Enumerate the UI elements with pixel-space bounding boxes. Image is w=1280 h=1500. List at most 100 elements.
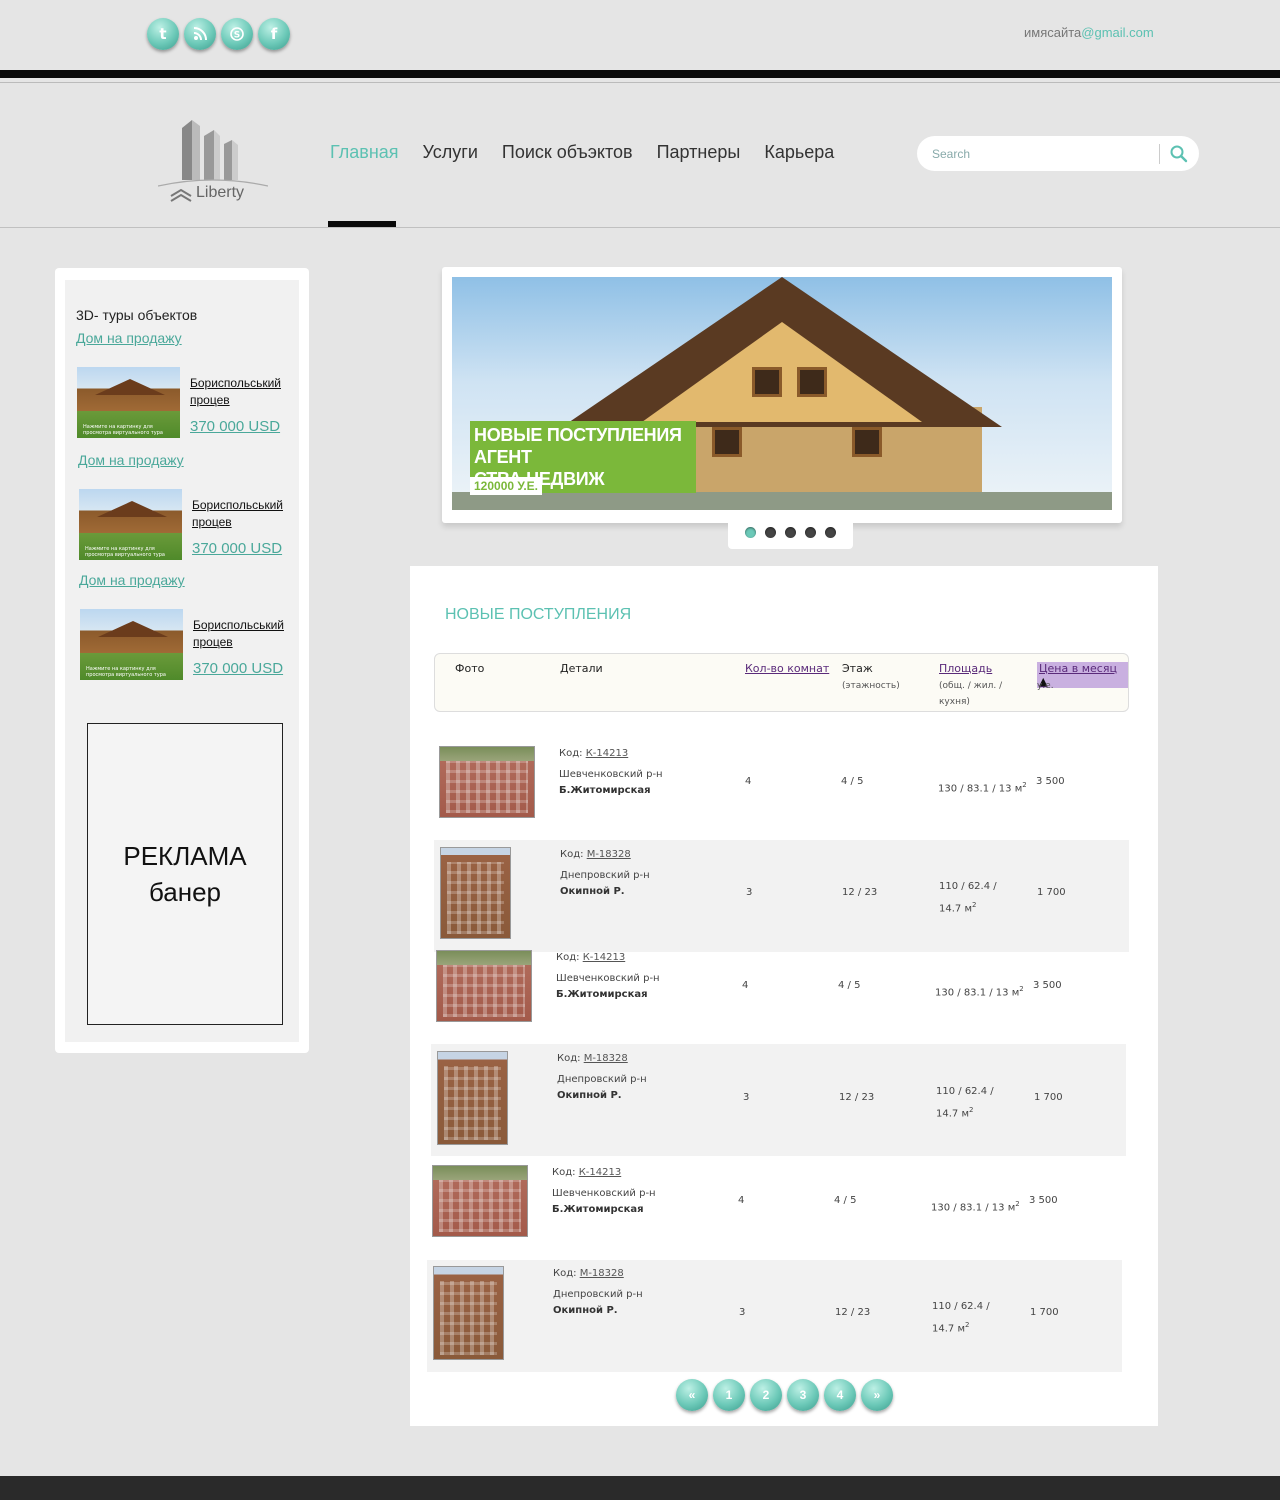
listing-district: Днепровский р-н [560,870,650,881]
pagination-next-button[interactable]: » [861,1379,893,1411]
photo-facade [439,1180,521,1232]
nav-item-search-objects[interactable]: Поиск объэктов [502,142,633,163]
listing-district: Шевченковский р-н [559,769,663,780]
nav-item-partners[interactable]: Партнеры [657,142,741,163]
code-link[interactable]: М-18328 [584,1053,628,1064]
house-gable [642,322,922,422]
listing-rooms: 3 [743,1092,750,1103]
slider-dot[interactable] [765,527,776,538]
chevron-logo-icon [170,188,192,202]
search-icon[interactable] [1169,144,1189,164]
code-link[interactable]: М-18328 [580,1268,624,1279]
slider-dot[interactable] [745,527,756,538]
house-window [852,427,882,457]
slide-price: 120000 У.Е. [470,477,543,495]
sidebar-item-name[interactable]: Бориспольський процев [192,497,283,531]
col-price-sub: у.е. [1037,681,1054,691]
pagination-prev-button[interactable]: « [676,1379,708,1411]
slider-dot[interactable] [805,527,816,538]
sidebar-item-name[interactable]: Бориспольський процев [190,375,281,409]
logo-text: Liberty [196,184,245,201]
street-text: Б.Житомирская [552,1204,644,1215]
listing-photo[interactable] [433,1266,504,1360]
search-input[interactable] [932,144,1152,164]
area-line: 110 / 62.4 / [936,1086,994,1097]
code-link[interactable]: М-18328 [587,849,631,860]
facebook-icon[interactable]: f [258,18,290,50]
listing-area: 130 / 83.1 / 13 м2 [938,776,1027,798]
pagination-page[interactable]: 2 [750,1379,782,1411]
sidebar-item-link[interactable]: Дом на продажу [76,330,182,346]
table-row[interactable] [431,1044,1126,1156]
code-label: Код: [553,1268,580,1279]
code-link[interactable]: К-14213 [579,1167,622,1178]
table-row[interactable] [434,840,1129,952]
rss-glyph [193,27,207,41]
code-link[interactable]: К-14213 [583,952,626,963]
sidebar-item-link[interactable]: Дом на продажу [78,452,184,468]
twitter-icon[interactable]: t [147,18,179,50]
listing-price: 3 500 [1029,1195,1058,1206]
house-window [797,367,827,397]
sidebar-item-name[interactable]: Бориспольський процев [193,617,284,651]
site-logo[interactable]: Liberty [157,118,269,208]
pagination-page[interactable]: 1 [713,1379,745,1411]
sidebar-item-link[interactable]: Дом на продажу [79,572,185,588]
col-area-sort[interactable]: Площадь [939,662,992,675]
pagination-page[interactable]: 4 [824,1379,856,1411]
listing-district: Днепровский р-н [557,1074,647,1085]
listing-code: Код: К-14213 [556,952,625,963]
photo-facade [440,1281,497,1355]
listing-photo[interactable] [440,847,511,939]
top-divider [0,70,1280,78]
building-logo-icon [157,120,269,187]
street-text: Окипной Р. [557,1090,622,1101]
table-row[interactable] [427,1260,1122,1372]
sidebar-item-price[interactable]: 370 000 USD [193,660,283,677]
sidebar-title: 3D- туры объектов [76,307,198,323]
sidebar-item-price[interactable]: 370 000 USD [190,418,280,435]
listing-code: Код: К-14213 [559,748,628,759]
listing-photo[interactable] [439,746,535,818]
rss-icon[interactable] [184,18,216,50]
listing-photo[interactable] [436,950,532,1022]
contact-email[interactable]: имясайта@gmail.com [1024,25,1154,40]
sidebar-item-price[interactable]: 370 000 USD [192,540,282,557]
listing-price: 1 700 [1034,1092,1063,1103]
twitter-glyph: t [159,25,167,43]
search-separator [1159,144,1160,164]
sidebar-item-thumbnail[interactable]: Нажмите на картинку для просмотра виртуа… [79,489,182,560]
thumb-roof [95,379,165,395]
nav-item-career[interactable]: Карьера [764,142,834,163]
nav-item-home[interactable]: Главная [330,142,399,163]
sidebar-item-thumbnail[interactable]: Нажмите на картинку для просмотра виртуа… [80,609,183,680]
ad-line: РЕКЛАМА [123,841,247,871]
thumb-caption: Нажмите на картинку для просмотра виртуа… [86,666,166,678]
col-rooms-sort[interactable]: Кол-во комнат [745,662,829,675]
name-line: Бориспольський [190,376,281,390]
slider-dot[interactable] [785,527,796,538]
area-unit-sup: 2 [1019,985,1024,993]
nav-item-services[interactable]: Услуги [423,142,478,163]
listing-street: Б.Житомирская [552,1204,644,1215]
name-line: процев [192,515,232,529]
hero-slide-image[interactable]: НОВЫЕ ПОСТУПЛЕНИЯ АГЕНТСТВА НЕДВИЖ 12000… [452,277,1112,510]
sidebar-item-thumbnail[interactable]: Нажмите на картинку для просмотра виртуа… [77,367,180,438]
email-domain: @gmail.com [1081,25,1154,40]
listing-photo[interactable] [432,1165,528,1237]
listing-photo[interactable] [437,1051,508,1145]
ad-banner[interactable]: РЕКЛАМА банер [87,723,283,1025]
thumb-roof [97,501,167,517]
pagination-page[interactable]: 3 [787,1379,819,1411]
area-unit-sup: 2 [972,901,977,909]
name-line: процев [190,393,230,407]
thumb-caption: Нажмите на картинку для просмотра виртуа… [85,546,165,558]
slider-dot[interactable] [825,527,836,538]
listing-area: 110 / 62.4 / 14.7 м2 [936,1082,994,1123]
skype-icon[interactable]: S [221,18,253,50]
street-text: Б.Житомирская [556,989,648,1000]
area-unit-sup: 2 [969,1106,974,1114]
listing-rooms: 4 [738,1195,745,1206]
code-link[interactable]: К-14213 [586,748,629,759]
code-label: Код: [557,1053,584,1064]
